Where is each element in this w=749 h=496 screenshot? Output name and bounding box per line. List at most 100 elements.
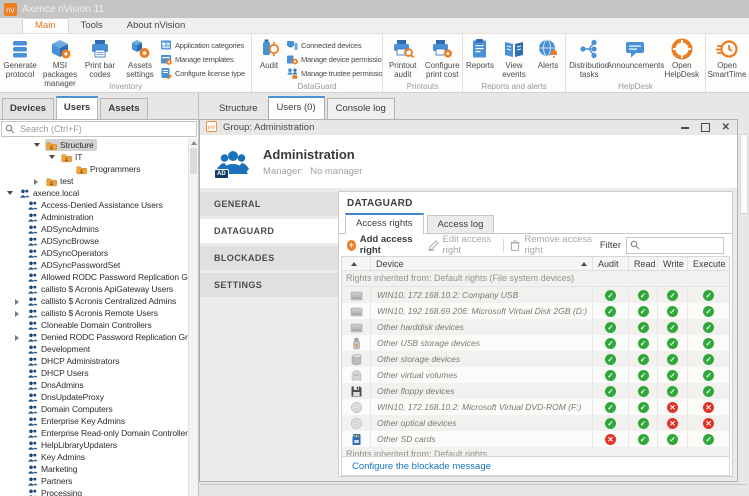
ribbon-button-application-categories[interactable]: Application categories (160, 39, 251, 51)
table-row[interactable]: WIN10, 192.168.69.206: Microsoft Virtual… (342, 303, 729, 319)
tree-item[interactable]: ADSyncBrowse (0, 235, 198, 247)
minimize-button[interactable] (681, 127, 689, 129)
ribbon-button-connected-devices[interactable]: Connected devices (286, 39, 382, 51)
nav-item-settings[interactable]: SETTINGS (200, 273, 338, 297)
ribbon-button-assets-settings[interactable]: Assets settings (120, 36, 160, 81)
configure-blockade-link[interactable]: Configure the blockade message (352, 461, 491, 472)
ribbon-button-open-helpdesk[interactable]: Open HelpDesk (659, 36, 705, 81)
expand-closed-icon[interactable] (15, 299, 19, 305)
tree-item[interactable]: HelpLibraryUpdaters (0, 439, 198, 451)
table-row[interactable]: Other storage devices✓✓✓✓ (342, 351, 729, 367)
ribbon-button-audit[interactable]: Audit (252, 36, 286, 81)
tree-item[interactable]: Cloneable Domain Controllers (0, 319, 198, 331)
expand-open-icon[interactable] (7, 191, 13, 195)
expand-open-icon[interactable] (49, 155, 55, 159)
tree-item[interactable]: Structure (0, 139, 198, 151)
ribbon-button-manage-trustee-permissions[interactable]: Manage trustee permissions (286, 67, 382, 79)
scroll-up-icon[interactable] (191, 141, 197, 145)
tree-item[interactable]: Allowed RODC Password Replication Group (0, 271, 198, 283)
nav-item-general[interactable]: GENERAL (200, 192, 338, 216)
tree-item[interactable]: ADSyncAdmins (0, 223, 198, 235)
column-header-icon[interactable] (342, 257, 371, 270)
left-tab-devices[interactable]: Devices (2, 98, 54, 119)
tree-item[interactable]: axence.local (0, 187, 198, 199)
tree-scrollbar[interactable] (188, 138, 198, 496)
tree-item[interactable]: callisto $ Acronis ApiGateway Users (0, 283, 198, 295)
tree-item[interactable]: Processing (0, 487, 198, 496)
ribbon-button-view-events[interactable]: View events (497, 36, 531, 81)
panel-tab-access-rights[interactable]: Access rights (345, 213, 424, 234)
scrollbar-thumb[interactable] (190, 148, 197, 174)
column-header-read[interactable]: Read (629, 257, 658, 270)
tree-item[interactable]: Enterprise Key Admins (0, 415, 198, 427)
tree-item[interactable]: Administration (0, 211, 198, 223)
column-header-execute[interactable]: Execute (688, 257, 729, 270)
ribbon-button-reports[interactable]: Reports (463, 36, 497, 81)
ribbon-button-announcements[interactable]: Announcements (612, 36, 658, 81)
tree-item[interactable]: Key Admins (0, 451, 198, 463)
nav-item-blockades[interactable]: BLOCKADES (200, 246, 338, 270)
tree-item[interactable]: Access-Denied Assistance Users (0, 199, 198, 211)
ribbon-button-msi-packages-manager[interactable]: MSI packages manager (40, 36, 80, 81)
add-access-right-button[interactable]: +Add access right (347, 234, 421, 256)
ribbon-button-alerts[interactable]: Alerts (531, 36, 565, 81)
expand-closed-icon[interactable] (34, 179, 38, 185)
table-row[interactable]: WIN10, 172.168.10.2: Company USB✓✓✓✓ (342, 287, 729, 303)
table-row[interactable]: Other harddisk devices✓✓✓✓ (342, 319, 729, 335)
table-row[interactable]: Other optical devices✓✓✕✕ (342, 415, 729, 431)
tree-item[interactable]: Programmers (0, 163, 198, 175)
search-input[interactable] (18, 123, 193, 135)
tree-item[interactable]: Marketing (0, 463, 198, 475)
column-header-write[interactable]: Write (658, 257, 688, 270)
main-tab-structure[interactable]: Structure (211, 99, 266, 119)
table-row[interactable]: WIN10, 172.168.10.2: Microsoft Virtual D… (342, 399, 729, 415)
ribbon-button-configure-license-type[interactable]: Configure license type (160, 67, 251, 79)
tree-item[interactable]: Denied RODC Password Replication Group (0, 331, 198, 343)
edit-access-right-button[interactable]: Edit access right (428, 234, 496, 256)
nav-item-dataguard[interactable]: DATAGUARD (200, 219, 338, 243)
tree-item[interactable]: Enterprise Read-only Domain Controllers (0, 427, 198, 439)
main-tab-console-log[interactable]: Console log (327, 98, 395, 119)
tree-item[interactable]: callisto $ Acronis Remote Users (0, 307, 198, 319)
ribbon-button-manage-templates[interactable]: Manage templates (160, 53, 251, 65)
column-header-audit[interactable]: Audit (593, 257, 629, 270)
ribbon-button-distribution-tasks[interactable]: Distribution tasks (566, 36, 612, 81)
tree-item[interactable]: Domain Computers (0, 403, 198, 415)
ribbon-tab-tools[interactable]: Tools (69, 18, 115, 33)
tree-item[interactable]: callisto $ Acronis Centralized Admins (0, 295, 198, 307)
tree-item[interactable]: IT (0, 151, 198, 163)
tree-item[interactable]: DnsUpdateProxy (0, 391, 198, 403)
tree-item[interactable]: test (0, 175, 198, 187)
filter-input[interactable] (643, 239, 720, 251)
tree-item[interactable]: ADSyncPasswordSet (0, 259, 198, 271)
table-row[interactable]: Other virtual volumes✓✓✓✓ (342, 367, 729, 383)
ribbon-button-printout-audit[interactable]: Printout audit (383, 36, 423, 81)
expand-closed-icon[interactable] (15, 311, 19, 317)
ribbon-button-print-bar-codes[interactable]: Print bar codes (80, 36, 120, 81)
table-row[interactable]: Other SD cards✕✓✓✓ (342, 431, 729, 447)
close-button[interactable]: ✕ (722, 123, 730, 133)
ribbon-tab-main[interactable]: Main (22, 18, 69, 33)
expand-closed-icon[interactable] (15, 335, 19, 341)
tree-item[interactable]: DnsAdmins (0, 379, 198, 391)
main-tab-users-0[interactable]: Users (0) (268, 96, 325, 119)
ribbon-button-configure-print-cost[interactable]: Configure print cost (423, 36, 463, 81)
ribbon-tab-about-nvision[interactable]: About nVision (115, 18, 197, 33)
left-tab-users[interactable]: Users (56, 96, 98, 119)
ribbon-button-manage-device-permissions[interactable]: Manage device permissions (286, 53, 382, 65)
tree-item[interactable]: Development (0, 343, 198, 355)
tree-item[interactable]: ADSyncOperators (0, 247, 198, 259)
panel-tab-access-log[interactable]: Access log (427, 215, 495, 233)
ribbon-button-generate-protocol[interactable]: Generate protocol (0, 36, 40, 81)
maximize-button[interactable] (701, 123, 710, 132)
table-row[interactable]: Other floppy devices✓✓✓✓ (342, 383, 729, 399)
tree-item[interactable]: Partners (0, 475, 198, 487)
expand-open-icon[interactable] (34, 143, 40, 147)
column-header-device[interactable]: Device (371, 257, 593, 270)
tree-item[interactable]: DHCP Administrators (0, 355, 198, 367)
remove-access-right-button[interactable]: Remove access right (510, 234, 593, 256)
ribbon-button-open-smarttime[interactable]: Open SmartTime (706, 36, 748, 81)
tree-item[interactable]: DHCP Users (0, 367, 198, 379)
table-row[interactable]: Other USB storage devices✓✓✓✓ (342, 335, 729, 351)
left-tab-assets[interactable]: Assets (100, 98, 147, 119)
